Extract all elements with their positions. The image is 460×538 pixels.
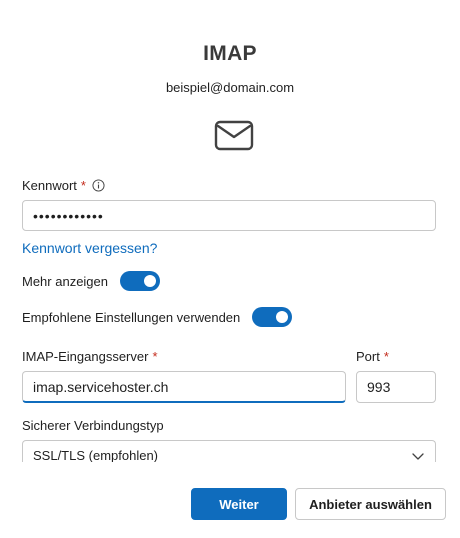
- toggle-knob: [144, 275, 156, 287]
- page-title: IMAP: [203, 42, 257, 65]
- toggle-knob: [276, 311, 289, 323]
- server-label: IMAP-Eingangsserver *: [22, 349, 158, 364]
- password-label-text: Kennwort: [22, 178, 77, 193]
- password-value: ••••••••••••: [33, 207, 104, 224]
- security-type-value: SSL/TLS (empfohlen): [33, 448, 159, 463]
- show-more-label: Mehr anzeigen: [22, 273, 108, 289]
- required-mark: *: [80, 178, 86, 193]
- forgot-password-link[interactable]: Kennwort vergessen?: [22, 240, 157, 256]
- envelope-icon: [214, 120, 254, 151]
- server-value: imap.servicehoster.ch: [33, 378, 169, 395]
- choose-provider-button[interactable]: Anbieter auswählen: [295, 488, 446, 520]
- port-label: Port *: [356, 349, 389, 364]
- server-input[interactable]: imap.servicehoster.ch: [22, 371, 346, 403]
- chevron-down-icon: [412, 452, 424, 460]
- port-input[interactable]: 993: [356, 371, 436, 403]
- account-email: beispiel@domain.com: [165, 80, 295, 95]
- info-icon[interactable]: [92, 179, 105, 192]
- recommended-settings-row: Empfohlene Einstellungen verwenden: [22, 307, 293, 327]
- password-label: Kennwort *: [22, 178, 105, 193]
- port-label-text: Port: [356, 349, 380, 364]
- security-type-label: Sicherer Verbindungstyp: [22, 418, 164, 433]
- server-label-text: IMAP-Eingangsserver: [22, 349, 149, 364]
- scroll-cutoff: [0, 462, 460, 476]
- required-mark: *: [383, 349, 389, 364]
- recommended-settings-label: Empfohlene Einstellungen verwenden: [22, 309, 241, 325]
- show-more-row: Mehr anzeigen: [22, 271, 160, 291]
- required-mark: *: [152, 349, 158, 364]
- port-value: 993: [367, 379, 391, 395]
- password-input[interactable]: ••••••••••••: [22, 200, 436, 231]
- show-more-toggle[interactable]: [120, 271, 160, 291]
- recommended-settings-toggle[interactable]: [252, 307, 293, 327]
- next-button[interactable]: Weiter: [191, 488, 287, 520]
